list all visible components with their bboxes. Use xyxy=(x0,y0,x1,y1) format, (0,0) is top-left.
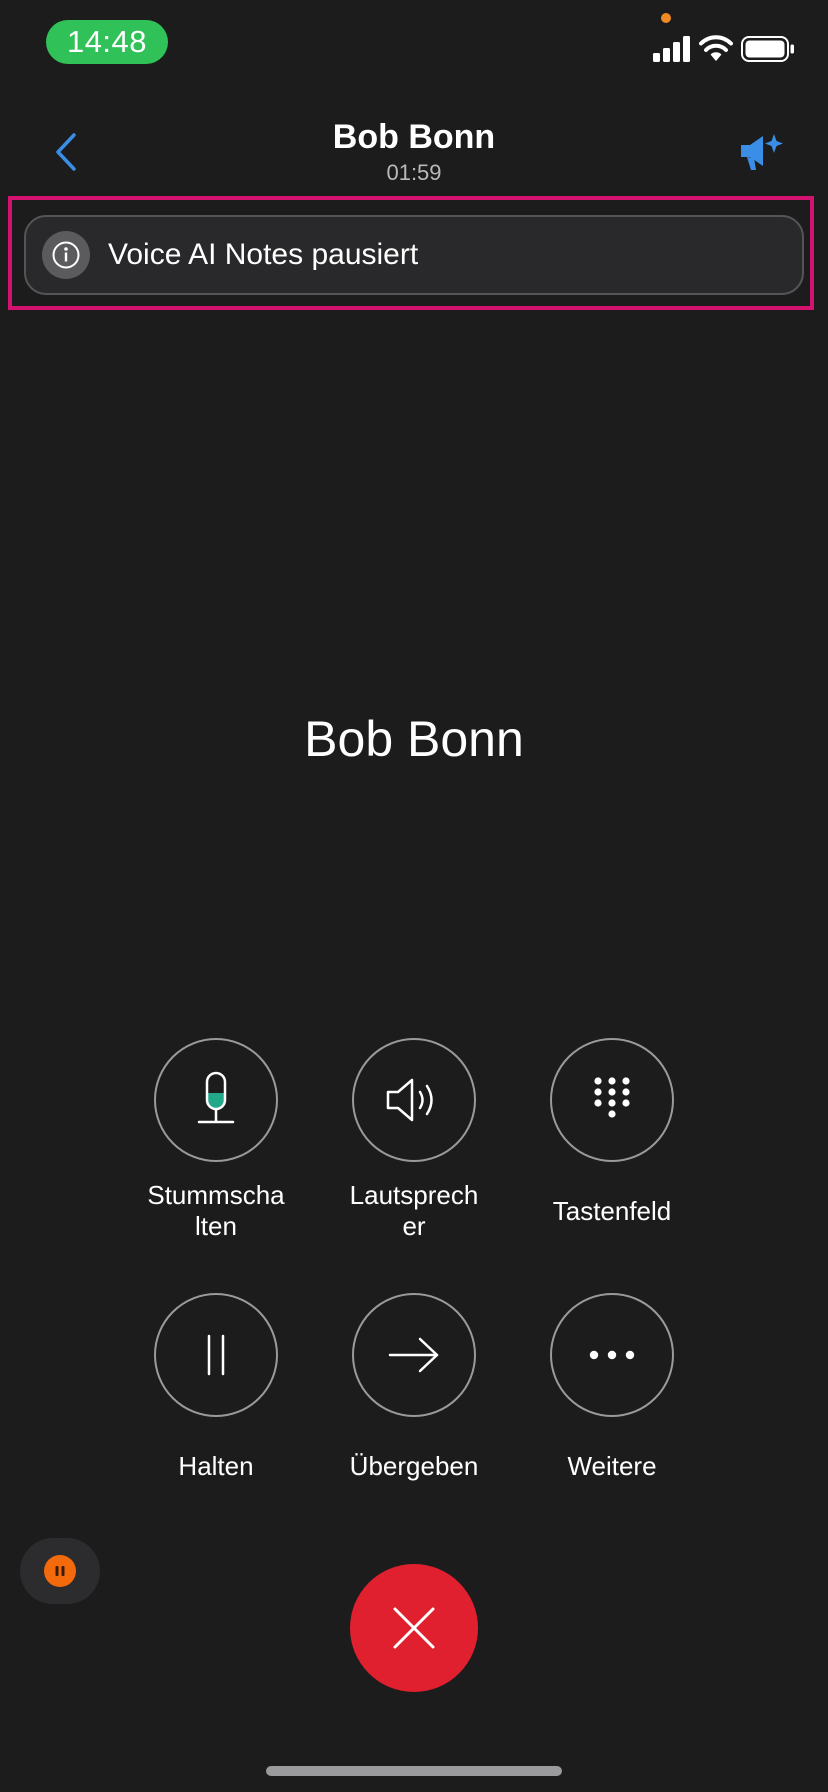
more-icon xyxy=(589,1350,635,1360)
end-call-button[interactable] xyxy=(350,1564,478,1692)
speaker-icon xyxy=(386,1078,433,1122)
hold-control[interactable]: Halten xyxy=(116,1293,316,1482)
pause-icon xyxy=(207,1334,225,1376)
transfer-button[interactable] xyxy=(352,1293,476,1417)
ai-assistant-button[interactable] xyxy=(733,124,789,180)
speaker-button[interactable] xyxy=(352,1038,476,1162)
notes-pause-indicator[interactable] xyxy=(20,1538,100,1604)
wifi-icon xyxy=(699,35,733,61)
info-icon xyxy=(42,231,90,279)
back-button[interactable] xyxy=(44,124,88,180)
mute-label: Stummscha lten xyxy=(147,1180,285,1241)
speaker-label: Lautsprech er xyxy=(349,1180,479,1241)
more-control[interactable]: Weitere xyxy=(512,1293,712,1482)
header-contact-name: Bob Bonn xyxy=(332,118,496,156)
speaker-control[interactable]: Lautsprech er xyxy=(314,1038,514,1242)
transfer-control[interactable]: Übergeben xyxy=(314,1293,514,1482)
voice-ai-notes-banner[interactable]: Voice AI Notes pausiert xyxy=(24,215,804,295)
microphone-icon xyxy=(197,1071,235,1124)
close-icon xyxy=(393,1607,435,1649)
status-time-text: 14:48 xyxy=(66,24,148,59)
hold-label: Halten xyxy=(178,1451,254,1481)
keypad-control[interactable]: Tastenfeld xyxy=(512,1038,712,1227)
keypad-label: Tastenfeld xyxy=(552,1196,672,1226)
keypad-icon xyxy=(594,1077,630,1118)
cellular-signal-icon xyxy=(653,36,690,62)
pause-icon xyxy=(44,1555,76,1587)
mute-control[interactable]: Stummscha lten xyxy=(116,1038,316,1242)
more-button[interactable] xyxy=(550,1293,674,1417)
call-duration: 01:59 xyxy=(386,160,442,185)
status-time: 14:48 xyxy=(46,20,168,64)
more-label: Weitere xyxy=(567,1451,657,1481)
transfer-label: Übergeben xyxy=(349,1451,479,1481)
arrow-right-icon xyxy=(388,1337,439,1373)
banner-text: Voice AI Notes pausiert xyxy=(108,238,419,271)
mute-button[interactable] xyxy=(154,1038,278,1162)
caller-name: Bob Bonn xyxy=(304,711,524,767)
chevron-left-icon xyxy=(56,133,76,171)
hold-button[interactable] xyxy=(154,1293,278,1417)
privacy-indicator-dot xyxy=(661,13,671,23)
keypad-button[interactable] xyxy=(550,1038,674,1162)
megaphone-sparkle-icon xyxy=(741,134,783,170)
home-indicator[interactable] xyxy=(266,1766,562,1776)
battery-icon xyxy=(741,36,794,62)
